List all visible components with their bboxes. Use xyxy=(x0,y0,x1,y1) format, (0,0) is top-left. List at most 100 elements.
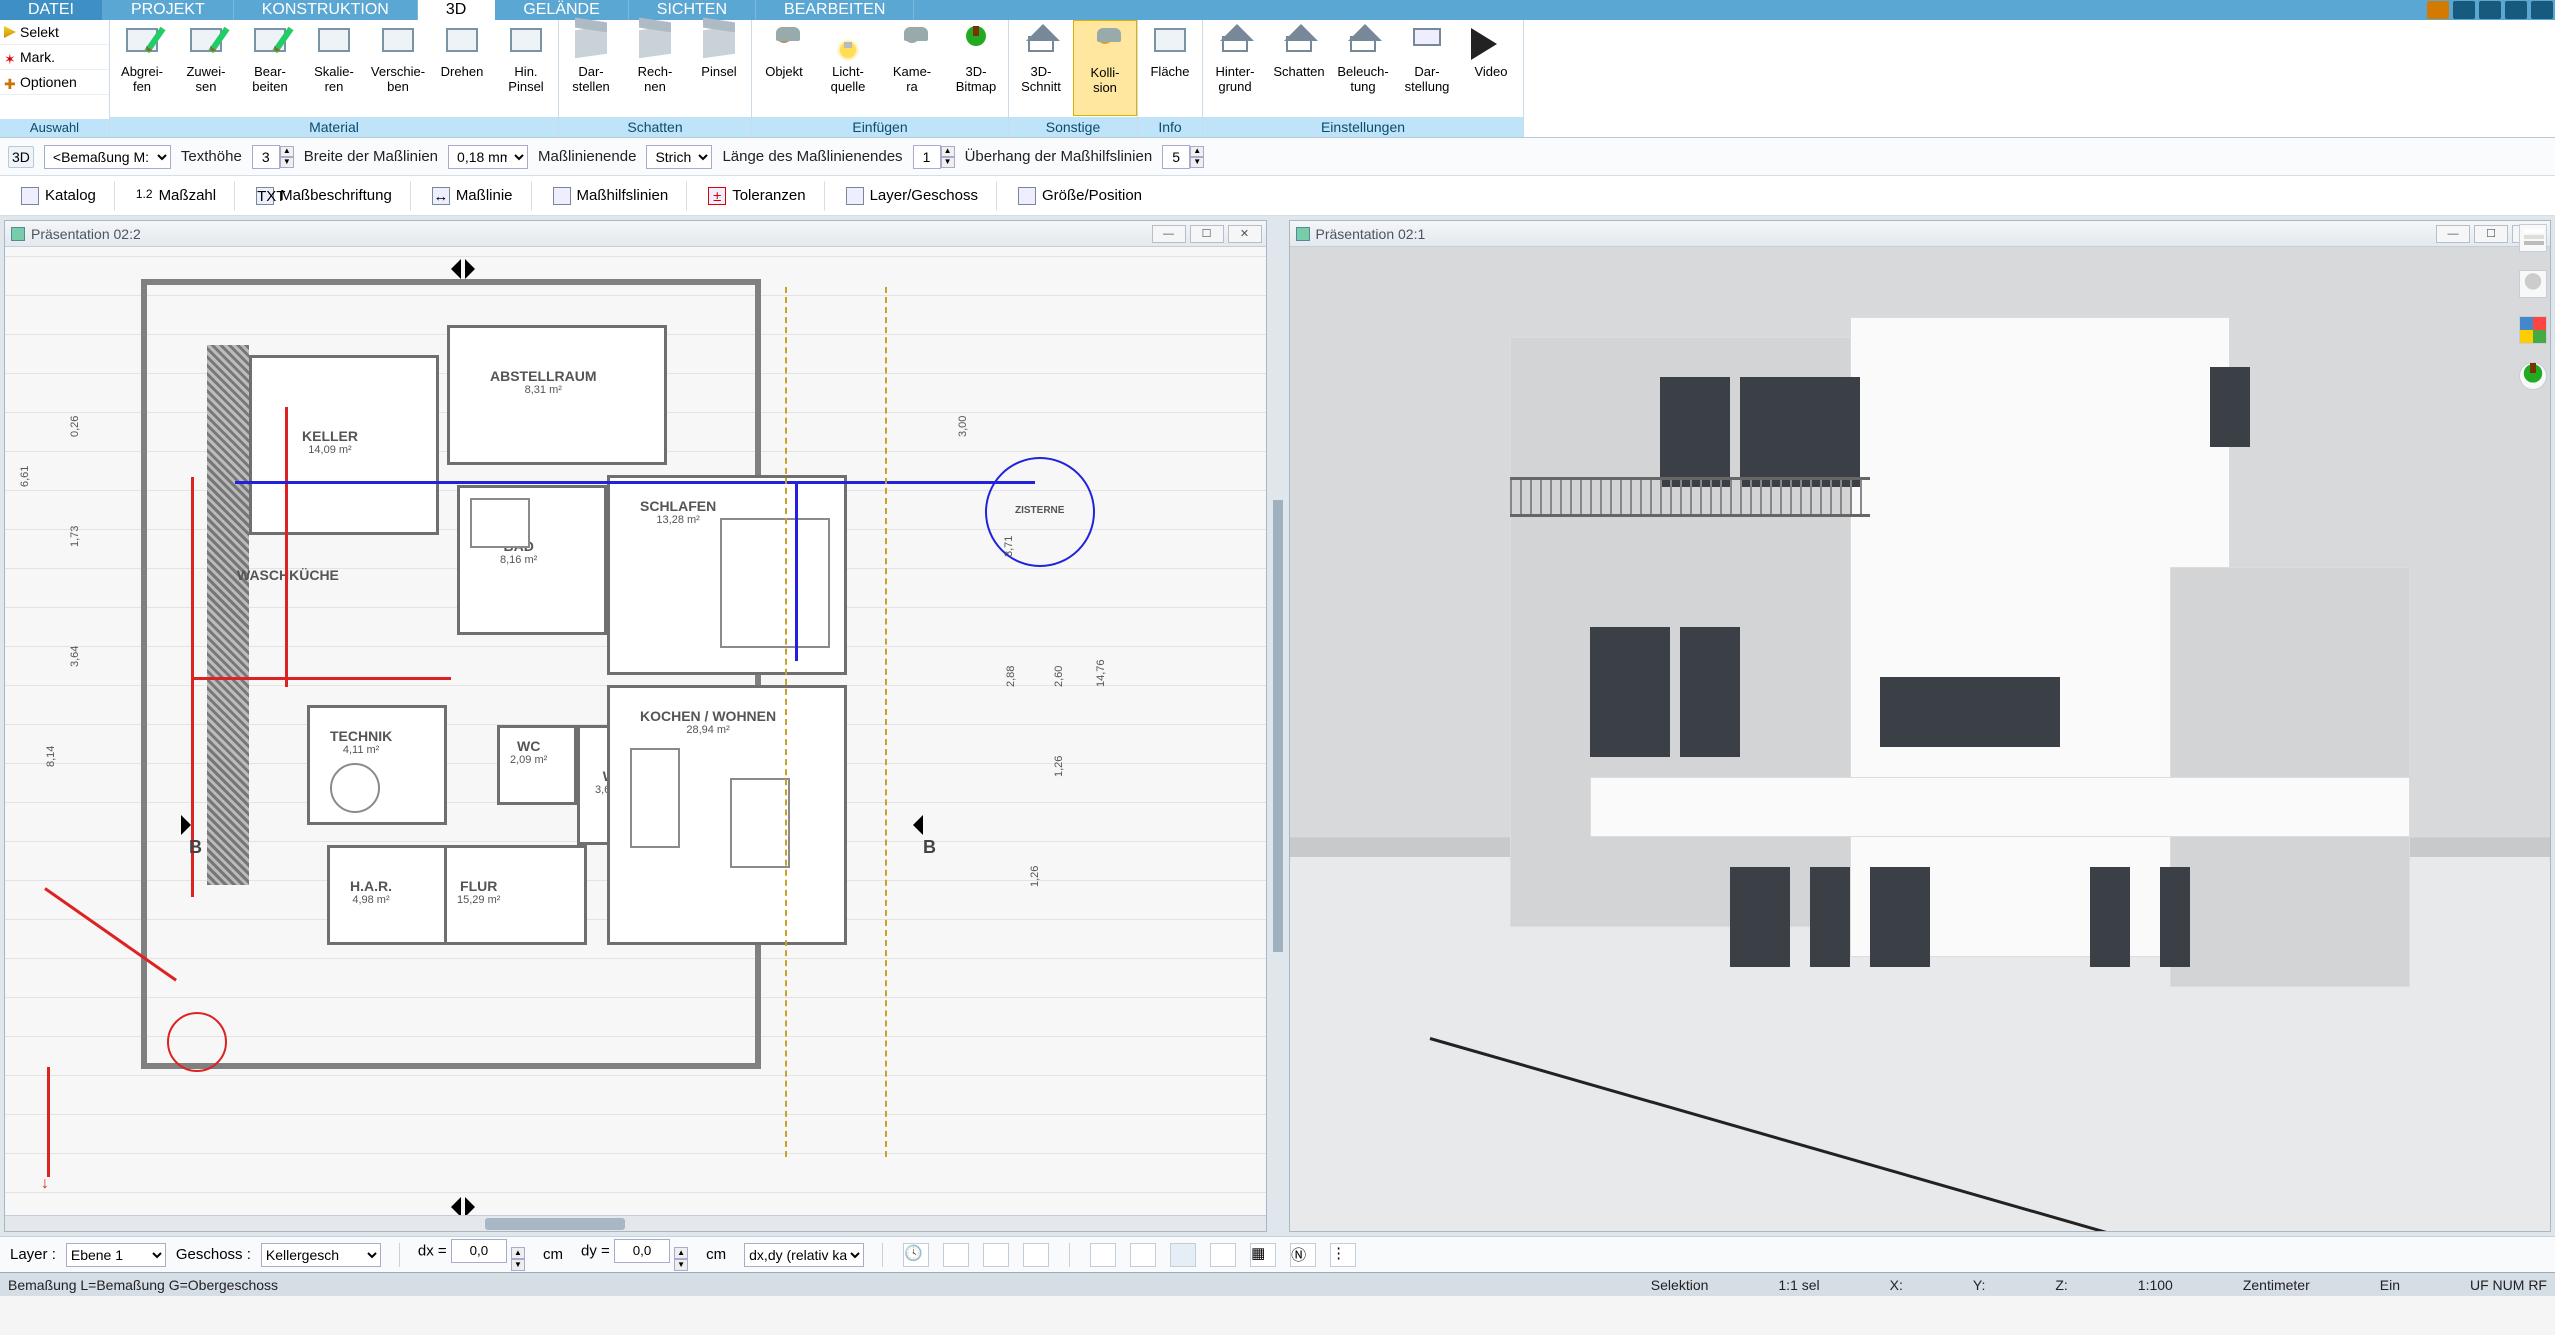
pane-left-close[interactable]: ✕ xyxy=(1228,225,1262,243)
lbl-lichtquelle: Licht- quelle xyxy=(831,64,866,94)
view-4-icon[interactable] xyxy=(1210,1243,1236,1267)
options-button[interactable]: ✚Optionen xyxy=(0,70,109,95)
btn-verschieben[interactable]: Verschie- ben xyxy=(366,20,430,116)
titlebar-btn-2[interactable] xyxy=(2453,1,2475,19)
btn-massbeschriftung[interactable]: TXTMaßbeschriftung xyxy=(241,181,411,211)
lbl-kamera: Kame- ra xyxy=(893,64,931,94)
breite-dropdown[interactable]: 0,18 mm xyxy=(448,145,528,169)
floorplan-hscrollbar[interactable] xyxy=(5,1215,1266,1231)
btn-kollision[interactable]: Kolli- sion xyxy=(1073,20,1137,116)
tab-3d[interactable]: 3D xyxy=(418,0,495,20)
mark-dropdown[interactable]: ✶Mark. xyxy=(0,45,109,70)
pane-3d-header[interactable]: Präsentation 02:1 — ☐ ✕ xyxy=(1290,221,2551,247)
titlebar-btn-4[interactable] xyxy=(2505,1,2527,19)
btn-darstellen[interactable]: Dar- stellen xyxy=(559,20,623,116)
ueberhang-input[interactable] xyxy=(1162,145,1190,169)
layer-select[interactable]: Ebene 1 xyxy=(66,1243,166,1267)
btn-masslinie[interactable]: ↔Maßlinie xyxy=(417,181,532,211)
geschoss-select[interactable]: Kellergesch xyxy=(261,1243,381,1267)
pane-floorplan-header[interactable]: Präsentation 02:2 — ☐ ✕ xyxy=(5,221,1266,247)
laenge-stepper[interactable]: ▲▼ xyxy=(913,145,955,169)
titlebar-help-btn[interactable] xyxy=(2531,1,2553,19)
titlebar-btn-3[interactable] xyxy=(2479,1,2501,19)
laenge-down[interactable]: ▼ xyxy=(941,157,955,168)
grid-icon[interactable]: ▦ xyxy=(1250,1243,1276,1267)
texthoehe-stepper[interactable]: ▲▼ xyxy=(252,145,294,169)
ueberhang-down[interactable]: ▼ xyxy=(1190,157,1204,168)
view-3-icon[interactable] xyxy=(1170,1243,1196,1267)
dx-up[interactable]: ▲ xyxy=(511,1247,525,1259)
btn-masshilfslinien[interactable]: Maßhilfslinien xyxy=(538,181,688,211)
btn-masszahl[interactable]: 1.2Maßzahl xyxy=(121,181,235,211)
btn-lichtquelle[interactable]: Licht- quelle xyxy=(816,20,880,116)
btn-bearbeiten[interactable]: Bear- beiten xyxy=(238,20,302,116)
btn-kamera[interactable]: Kame- ra xyxy=(880,20,944,116)
btn-zuweisen[interactable]: Zuwei- sen xyxy=(174,20,238,116)
view-2-icon[interactable] xyxy=(1130,1243,1156,1267)
floorplan-canvas[interactable]: KELLER14,09 m² ABSTELLRAUM8,31 m² WASCHK… xyxy=(5,247,1266,1231)
dx-input[interactable] xyxy=(451,1239,507,1263)
snap-1-icon[interactable] xyxy=(943,1243,969,1267)
btn-schatten[interactable]: Schatten xyxy=(1267,20,1331,116)
bed xyxy=(720,518,830,648)
split-handle[interactable] xyxy=(1273,500,1283,952)
btn-layer[interactable]: Layer/Geschoss xyxy=(831,181,997,211)
ueberhang-stepper[interactable]: ▲▼ xyxy=(1162,145,1204,169)
pane-left-min[interactable]: — xyxy=(1152,225,1186,243)
ende-dropdown[interactable]: Strich xyxy=(646,145,712,169)
btn-darstellung[interactable]: Dar- stellung xyxy=(1395,20,1459,116)
tab-gelaende[interactable]: GELÄNDE xyxy=(495,0,628,20)
tab-sichten[interactable]: SICHTEN xyxy=(629,0,756,20)
clock-icon[interactable]: 🕓 xyxy=(903,1243,929,1267)
tab-datei[interactable]: DATEI xyxy=(0,0,103,20)
view-1-icon[interactable] xyxy=(1090,1243,1116,1267)
btn-rechnen[interactable]: Rech- nen xyxy=(623,20,687,116)
dy-input[interactable] xyxy=(614,1239,670,1263)
laenge-input[interactable] xyxy=(913,145,941,169)
view3d-canvas[interactable] xyxy=(1290,247,2551,1231)
snap-2-icon[interactable] xyxy=(983,1243,1009,1267)
bemassung-dropdown[interactable]: <Bemaßung M: xyxy=(44,145,171,169)
btn-drehen[interactable]: Drehen xyxy=(430,20,494,116)
btn-beleuchtung[interactable]: Beleuch- tung xyxy=(1331,20,1395,116)
btn-groesse[interactable]: Größe/Position xyxy=(1003,181,1157,211)
coord-mode-select[interactable]: dx,dy (relativ ka xyxy=(744,1243,864,1267)
btn-skalieren[interactable]: Skalie- ren xyxy=(302,20,366,116)
btn-toleranzen[interactable]: ±Toleranzen xyxy=(693,181,824,211)
texthoehe-down[interactable]: ▼ xyxy=(280,157,294,168)
select-mode-button[interactable]: Selekt xyxy=(0,20,109,45)
bottom-bar: Layer : Ebene 1 Geschoss : Kellergesch d… xyxy=(0,1236,2555,1272)
dx-down[interactable]: ▼ xyxy=(511,1259,525,1271)
materials-panel-icon[interactable] xyxy=(2519,316,2547,344)
btn-abgreifen[interactable]: Abgrei- fen xyxy=(110,20,174,116)
btn-katalog[interactable]: Katalog xyxy=(6,181,115,211)
btn-hintergrund[interactable]: Hinter- grund xyxy=(1203,20,1267,116)
pane-right-min[interactable]: — xyxy=(2436,225,2470,243)
layers-panel-icon[interactable] xyxy=(2519,224,2547,252)
btn-video[interactable]: Video xyxy=(1459,20,1523,116)
btn-pinsel[interactable]: Pinsel xyxy=(687,20,751,116)
btn-objekt[interactable]: Objekt xyxy=(752,20,816,116)
btn-bitmap3d[interactable]: 3D- Bitmap xyxy=(944,20,1008,116)
furniture-panel-icon[interactable] xyxy=(2519,270,2547,298)
overflow-icon[interactable]: ⋮ xyxy=(1330,1243,1356,1267)
dy-up[interactable]: ▲ xyxy=(674,1247,688,1259)
btn-schnitt3d[interactable]: 3D- Schnitt xyxy=(1009,20,1073,116)
plants-panel-icon[interactable] xyxy=(2519,362,2547,390)
tab-projekt[interactable]: PROJEKT xyxy=(103,0,234,20)
pane-right-max[interactable]: ☐ xyxy=(2474,225,2508,243)
north-icon[interactable]: Ⓝ xyxy=(1290,1243,1316,1267)
snap-3-icon[interactable] xyxy=(1023,1243,1049,1267)
tab-bearbeiten[interactable]: BEARBEITEN xyxy=(756,0,914,20)
dy-down[interactable]: ▼ xyxy=(674,1259,688,1271)
pane-left-max[interactable]: ☐ xyxy=(1190,225,1224,243)
ueberhang-up[interactable]: ▲ xyxy=(1190,146,1204,157)
laenge-up[interactable]: ▲ xyxy=(941,146,955,157)
btn-flaeche[interactable]: Fläche xyxy=(1138,20,1202,116)
tab-konstruktion[interactable]: KONSTRUKTION xyxy=(234,0,418,20)
texthoehe-up[interactable]: ▲ xyxy=(280,146,294,157)
btn-hinpinsel[interactable]: Hin. Pinsel xyxy=(494,20,558,116)
titlebar-btn-1[interactable] xyxy=(2427,1,2449,19)
texthoehe-input[interactable] xyxy=(252,145,280,169)
dy-field: dy = ▲▼ xyxy=(581,1239,688,1271)
